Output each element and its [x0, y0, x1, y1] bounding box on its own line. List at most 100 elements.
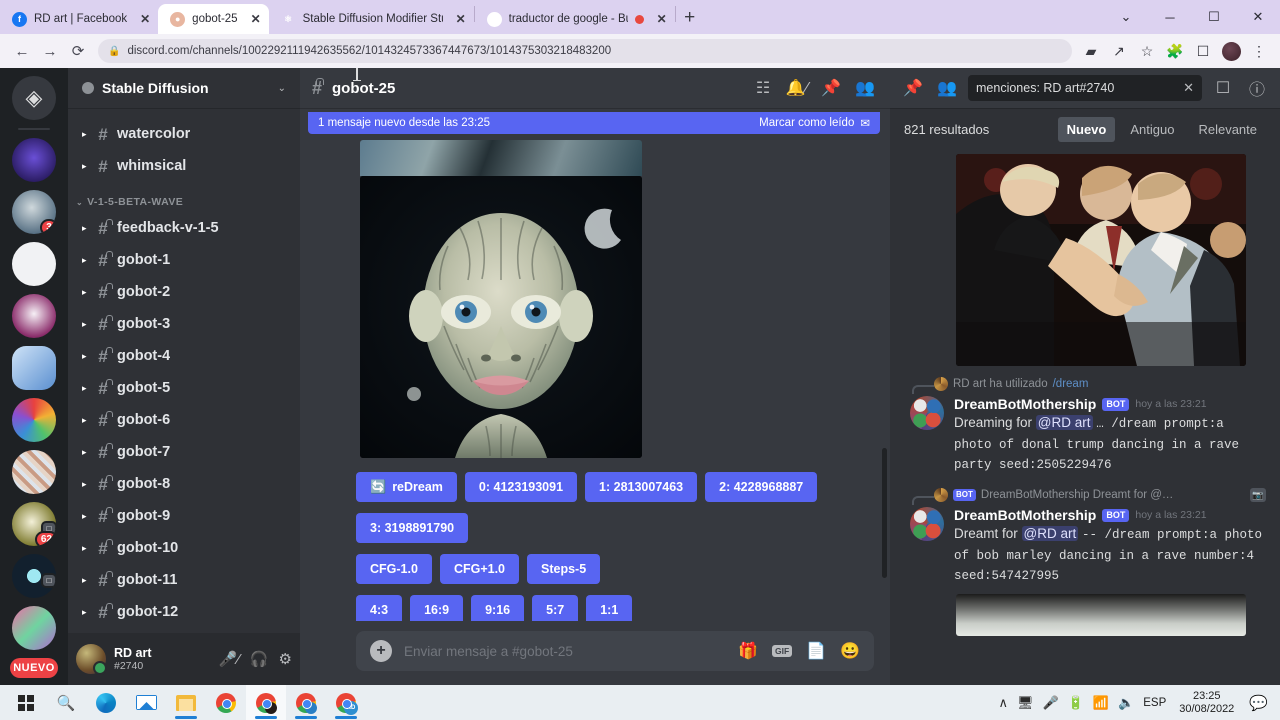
plus-icon[interactable]: +	[370, 640, 392, 662]
sidebar-item-gobot-11[interactable]: ▸ # gobot-11	[76, 564, 292, 596]
new-tab-button[interactable]: +	[676, 4, 704, 32]
collapse-arrow-icon[interactable]: ▸	[82, 383, 89, 394]
sidebar-item-gobot-6[interactable]: ▸ # gobot-6	[76, 404, 292, 436]
edge-icon[interactable]	[86, 685, 126, 720]
server-icon-rainbow-eye[interactable]	[12, 398, 56, 442]
server-icon-crown-art[interactable]	[12, 294, 56, 338]
sidebar-item-gobot-10[interactable]: ▸ # gobot-10	[76, 532, 292, 564]
close-icon[interactable]: ✕	[450, 12, 466, 26]
file-explorer-icon[interactable]	[166, 685, 206, 720]
message-author[interactable]: DreamBotMothership	[954, 507, 1096, 524]
share-icon[interactable]: ↗	[1106, 38, 1132, 64]
server-icon-collage[interactable]	[12, 450, 56, 494]
back-button[interactable]: ←	[8, 37, 36, 65]
tab-nuevo[interactable]: Nuevo	[1057, 116, 1116, 142]
language-indicator[interactable]: ESP	[1143, 697, 1166, 709]
result-image-partial[interactable]	[956, 594, 1246, 637]
chevron-up-icon[interactable]: ∧	[998, 695, 1008, 711]
browser-tab-1[interactable]: ● gobot-25 ✕	[158, 4, 269, 34]
server-icon-blue-window[interactable]	[12, 346, 56, 390]
message-input[interactable]: Enviar mensaje a #gobot-25	[404, 644, 726, 659]
avatar[interactable]	[910, 507, 944, 542]
gif-icon[interactable]: GIF	[771, 644, 793, 658]
server-icon-purple-figure[interactable]	[12, 138, 56, 182]
pinned-messages-icon[interactable]: 📌	[818, 78, 844, 98]
ratio-button-16-9[interactable]: 16:9	[410, 595, 464, 621]
sidebar-item-whimsical[interactable]: ▸ # whimsical	[76, 150, 292, 182]
server-icon-star-gold[interactable]: □ 62	[12, 502, 56, 546]
collapse-arrow-icon[interactable]: ▸	[82, 287, 89, 298]
member-list-icon[interactable]: 👥	[934, 78, 960, 98]
steps-decrease-button[interactable]: Steps-5	[527, 554, 601, 584]
message-scrollbar[interactable]	[882, 448, 887, 578]
help-icon[interactable]: ⓘ	[1244, 76, 1270, 100]
notifications-off-icon[interactable]: 🔔⁄	[784, 78, 810, 98]
tab-antiguo[interactable]: Antiguo	[1121, 117, 1183, 142]
sidebar-item-gobot-5[interactable]: ▸ # gobot-5	[76, 372, 292, 404]
chrome-icon[interactable]	[206, 685, 246, 720]
threads-icon[interactable]: ☷	[750, 78, 776, 98]
redream-button[interactable]: 🔄 reDream	[356, 472, 457, 502]
close-window-button[interactable]: ✕	[1236, 0, 1280, 34]
search-result-0[interactable]: RD art ha utilizado /dream DreamBotMothe…	[900, 374, 1270, 477]
seed-button-0[interactable]: 0: 4123193091	[464, 472, 578, 502]
collapse-arrow-icon[interactable]: ▸	[82, 479, 89, 490]
wifi-icon[interactable]: 📶	[1093, 695, 1109, 711]
microphone-icon[interactable]: 🎤	[1042, 695, 1058, 711]
extensions-puzzle-icon[interactable]: 🧩	[1162, 38, 1188, 64]
browser-tab-0[interactable]: f RD art | Facebook ✕	[0, 4, 158, 34]
collapse-arrow-icon[interactable]: ▸	[82, 319, 89, 330]
sidebar-item-gobot-9[interactable]: ▸ # gobot-9	[76, 500, 292, 532]
gear-icon[interactable]: ⚙	[279, 650, 292, 668]
sidebar-item-gobot-8[interactable]: ▸ # gobot-8	[76, 468, 292, 500]
result-image-trump-dancing[interactable]	[956, 154, 1246, 366]
guild-header[interactable]: Stable Diffusion ⌄	[68, 68, 300, 108]
collapse-arrow-icon[interactable]: ▸	[82, 161, 89, 172]
new-messages-banner[interactable]: 1 mensaje nuevo desde las 23:25 Marcar c…	[308, 112, 880, 134]
search-input[interactable]: menciones: RD art#2740 ✕	[968, 75, 1202, 101]
address-bar[interactable]: 🔒 discord.com/channels/10022921119426355…	[98, 39, 1072, 63]
sidebar-item-gobot-7[interactable]: ▸ # gobot-7	[76, 436, 292, 468]
member-list-icon[interactable]: 👥	[852, 78, 878, 98]
collapse-arrow-icon[interactable]: ▸	[82, 607, 89, 618]
maximize-button[interactable]: ☐	[1192, 0, 1236, 34]
close-icon[interactable]: ✕	[1183, 80, 1194, 96]
close-icon[interactable]: ✕	[134, 12, 150, 26]
mark-as-read-button[interactable]: Marcar como leído ✉	[759, 116, 870, 130]
results-list[interactable]: RD art ha utilizado /dream DreamBotMothe…	[890, 150, 1280, 685]
chrome-window-blue-icon[interactable]	[286, 685, 326, 720]
server-icon-towards-knowledge[interactable]	[12, 242, 56, 286]
collapse-arrow-icon[interactable]: ▸	[82, 447, 89, 458]
profile-avatar[interactable]	[1218, 38, 1244, 64]
avatar[interactable]	[76, 644, 107, 675]
cfg-decrease-button[interactable]: CFG-1.0	[356, 554, 432, 584]
search-result-1[interactable]: BOT DreamBotMothership Dreamt for @… 📷 D…	[900, 485, 1270, 637]
chevron-down-icon[interactable]: ⌄	[1104, 0, 1148, 34]
forward-button[interactable]: →	[36, 37, 64, 65]
server-icon-alien-art[interactable]: 3	[12, 190, 56, 234]
search-icon[interactable]: 🔍	[46, 685, 86, 720]
slash-command-link[interactable]: /dream	[1053, 378, 1089, 390]
message-author[interactable]: DreamBotMothership	[954, 396, 1096, 413]
avatar[interactable]	[910, 396, 944, 430]
cfg-increase-button[interactable]: CFG+1.0	[439, 554, 519, 584]
sidebar-item-gobot-4[interactable]: ▸ # gobot-4	[76, 340, 292, 372]
sidebar-item-gobot-3[interactable]: ▸ # gobot-3	[76, 308, 292, 340]
collapse-arrow-icon[interactable]: ▸	[82, 543, 89, 554]
collapse-arrow-icon[interactable]: ▸	[82, 129, 89, 140]
sidepanel-icon[interactable]: ☐	[1190, 38, 1216, 64]
mention-chip[interactable]: @RD art	[1035, 414, 1093, 430]
ratio-button-9-16[interactable]: 9:16	[471, 595, 525, 621]
collapse-arrow-icon[interactable]: ▸	[82, 511, 89, 522]
close-icon[interactable]: ✕	[651, 12, 667, 26]
browser-tab-2[interactable]: ⚛ Stable Diffusion Modifier Studie: ✕	[269, 4, 474, 34]
ratio-button-5-7[interactable]: 5:7	[532, 595, 579, 621]
clock[interactable]: 23:25 30/08/2022	[1175, 690, 1238, 716]
ratio-button-4-3[interactable]: 4:3	[356, 595, 403, 621]
volume-icon[interactable]: 🔈	[1118, 695, 1134, 711]
server-icon-pink-art[interactable]	[12, 606, 56, 650]
headset-icon[interactable]: 🎧	[250, 650, 269, 668]
screen-share-icon[interactable]: 🖥	[1017, 695, 1034, 711]
message-composer[interactable]: + Enviar mensaje a #gobot-25 🎁 GIF 📄 😀	[353, 68, 874, 671]
sidebar-item-watercolor[interactable]: ▸ # watercolor	[76, 118, 292, 150]
